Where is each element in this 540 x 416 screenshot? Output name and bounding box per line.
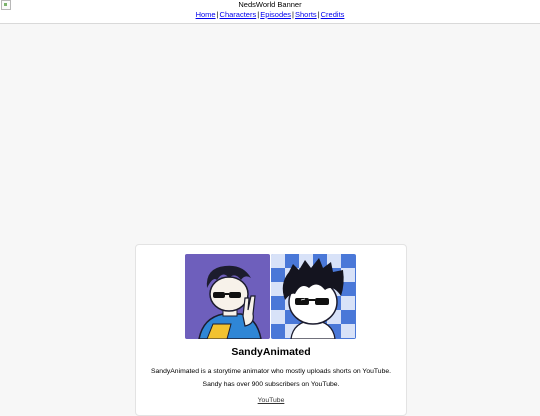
nav-link-episodes[interactable]: Episodes [260,10,291,19]
profile-description: SandyAnimated is a storytime animator wh… [150,368,392,375]
avatar-image-2 [271,254,356,339]
banner-alt-text: NedsWorld Banner [238,0,302,9]
site-header: NedsWorld Banner Home|Characters|Episode… [0,0,540,24]
youtube-link[interactable]: YouTube [258,397,285,404]
nav-link-credits[interactable]: Credits [321,10,345,19]
nav-link-home[interactable]: Home [196,10,216,19]
profile-name: SandyAnimated [231,346,311,358]
top-nav: Home|Characters|Episodes|Shorts|Credits [0,10,540,20]
youtube-link-container: YouTube [136,396,406,405]
profile-subscribers: Sandy has over 900 subscribers on YouTub… [202,381,340,388]
nav-link-shorts[interactable]: Shorts [295,10,317,19]
profile-card: SandyAnimated SandyAnimated is a storyti… [135,244,407,416]
avatar-group [185,254,356,339]
avatar-image-1 [185,254,270,339]
nav-link-characters[interactable]: Characters [220,10,257,19]
